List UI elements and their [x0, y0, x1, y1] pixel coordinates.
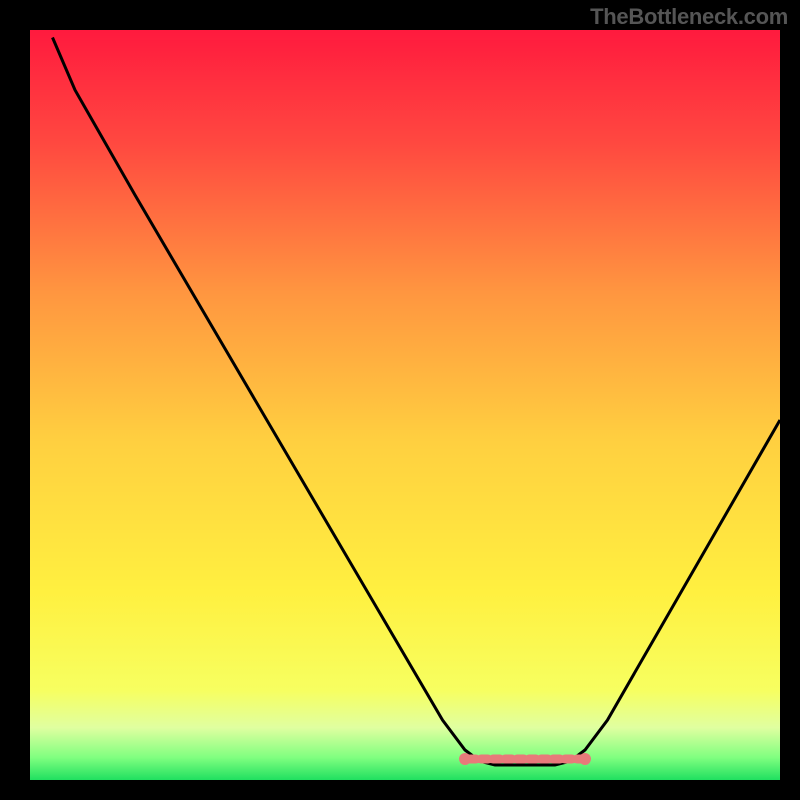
bottleneck-chart: TheBottleneck.com — [0, 0, 800, 800]
watermark-label: TheBottleneck.com — [590, 4, 788, 30]
plot-background — [30, 30, 780, 780]
chart-canvas — [0, 0, 800, 800]
